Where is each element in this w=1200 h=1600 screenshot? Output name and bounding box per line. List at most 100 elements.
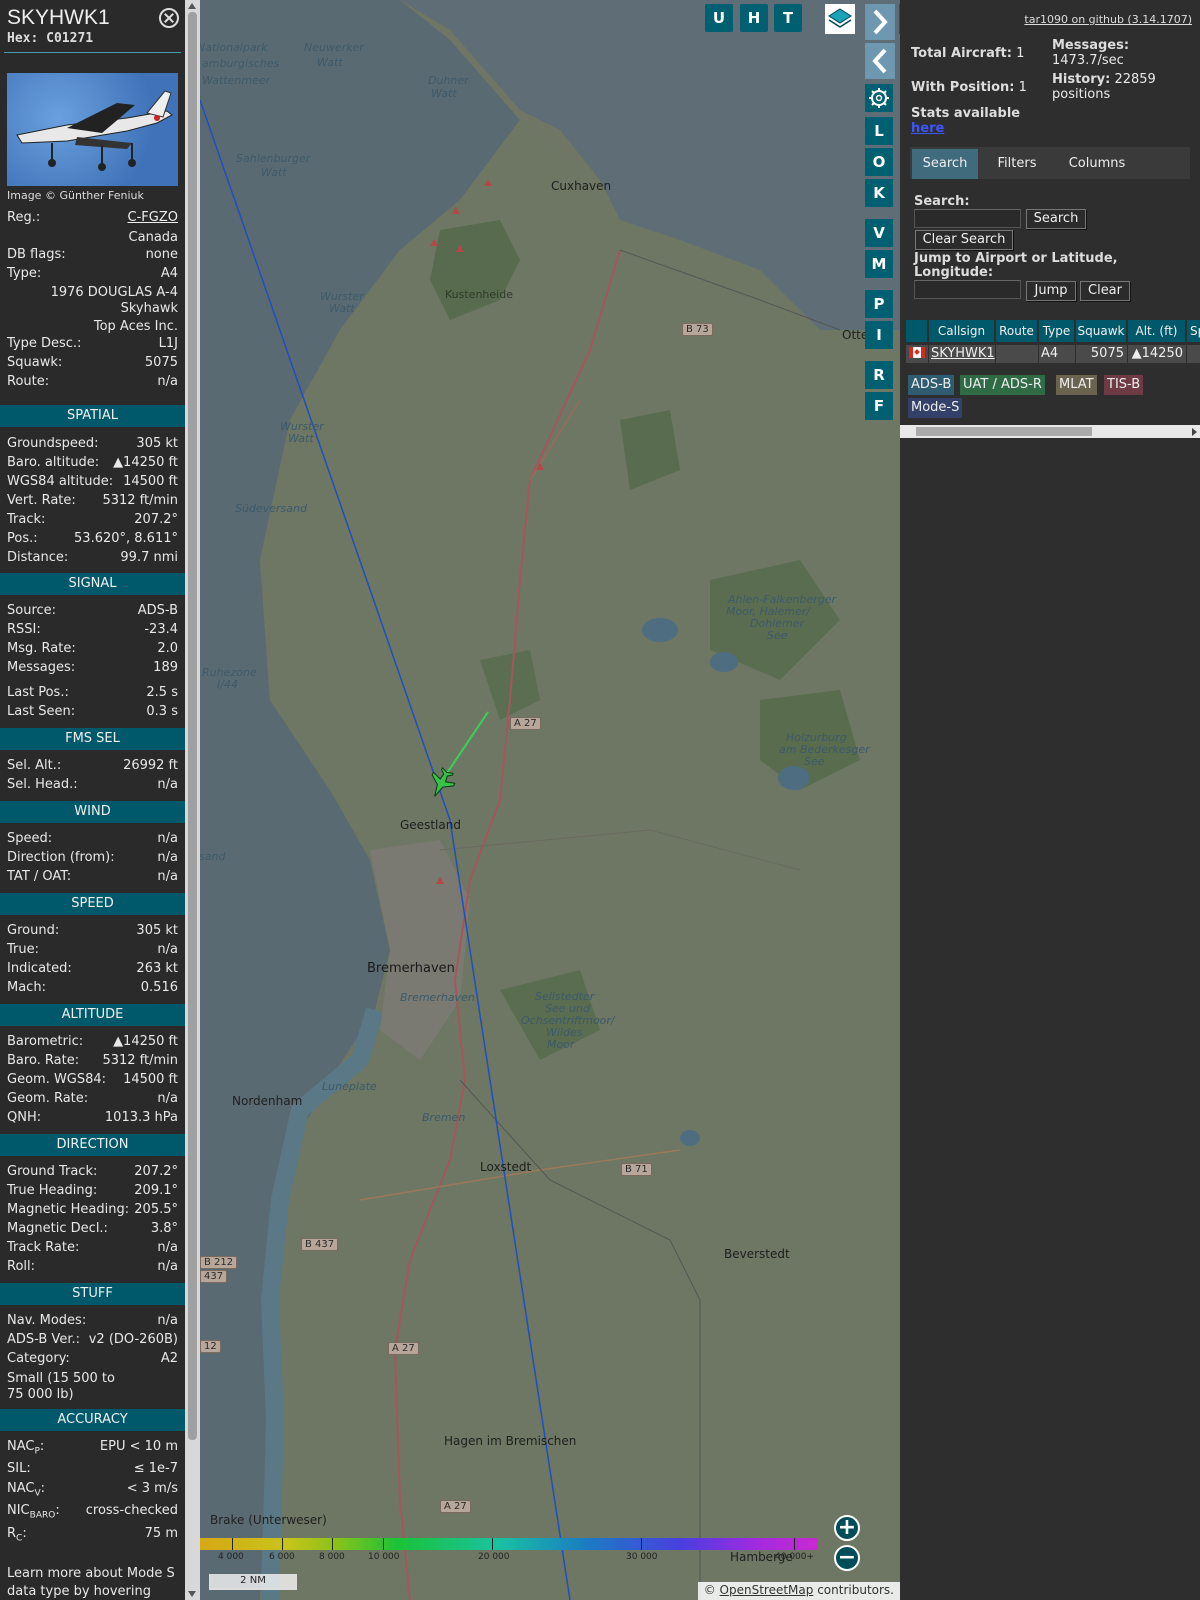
table-row[interactable] [906, 345, 928, 363]
l-button[interactable]: L [865, 117, 893, 145]
i-button[interactable]: I [865, 321, 893, 349]
table-cell-type[interactable]: A4 [1039, 345, 1075, 363]
footer-hint-1: Learn more about Mode S [7, 1566, 175, 1581]
with-position: With Position: 1 [911, 80, 1027, 95]
section-signal: SIGNAL [0, 573, 185, 595]
tab-search[interactable]: Search [912, 149, 978, 179]
detail-scrollbar[interactable] [185, 0, 200, 1600]
map-label: Watt [317, 56, 343, 69]
alt-tick-label: 20 000 [478, 1552, 510, 1562]
rc-row[interactable]: RC: 75 m [7, 1526, 178, 1544]
map-label: See [767, 629, 788, 642]
table-cell-route[interactable] [996, 345, 1038, 363]
expand-right-button[interactable] [865, 4, 895, 40]
jump-button[interactable]: Jump [1026, 281, 1076, 301]
search-input[interactable] [914, 209, 1021, 228]
openstreetmap-link[interactable]: OpenStreetMap [720, 1583, 814, 1597]
sel-head-row: Sel. Head.: n/a [7, 777, 178, 792]
map-attribution: © OpenStreetMap contributors. [697, 1582, 900, 1600]
u-button[interactable]: U [705, 4, 733, 32]
tab-filters[interactable]: Filters [984, 149, 1050, 179]
map-label: Wattenmeer [202, 74, 271, 87]
h-button[interactable]: H [740, 4, 768, 32]
wgs-altitude-row: WGS84 altitude: 14500 ft [7, 474, 178, 489]
nav-modes-row: Nav. Modes: n/a [7, 1313, 178, 1328]
aircraft-photo[interactable] [7, 73, 178, 186]
typedesc-row: Type Desc.: L1J [7, 336, 178, 351]
map-label: I/44 [217, 678, 238, 691]
t-button[interactable]: T [774, 4, 802, 32]
o-button[interactable]: O [865, 148, 893, 176]
p-button[interactable]: P [865, 290, 893, 318]
canada-flag-icon [909, 347, 925, 358]
road-shield: 437 [200, 1270, 228, 1283]
squawk-row: Squawk: 5075 [7, 355, 178, 370]
scroll-down-icon[interactable] [188, 1591, 196, 1597]
tab-columns[interactable]: Columns [1058, 149, 1136, 179]
section-wind: WIND [0, 801, 185, 823]
column-header-flag[interactable] [906, 320, 928, 342]
table-horizontal-scrollbar[interactable] [900, 425, 1200, 438]
close-icon[interactable] [159, 8, 179, 28]
column-header-speed[interactable]: Sp [1187, 320, 1200, 342]
map-scale-bar: 2 NM [209, 1574, 297, 1590]
column-header-squawk[interactable]: Squawk [1076, 320, 1127, 342]
nacv-row[interactable]: NACV: < 3 m/s [7, 1481, 178, 1499]
nacp-row[interactable]: NACP: EPU < 10 m [7, 1439, 178, 1457]
github-link[interactable]: tar1090 on github (3.14.1707) [1024, 13, 1192, 26]
route-row: Route: n/a [7, 374, 178, 389]
detail-callsign: SKYHWK1 [7, 6, 110, 29]
roll-row: Roll: n/a [7, 1259, 178, 1274]
zoom-in-button[interactable]: + [834, 1515, 860, 1541]
section-stuff: STUFF [0, 1283, 185, 1305]
layers-button[interactable] [825, 4, 855, 34]
sidebar-empty-area [900, 438, 1200, 1600]
hscroll-thumb[interactable] [916, 427, 1092, 436]
clear-search-button[interactable]: Clear Search [915, 230, 1013, 250]
dbflags-row: DB flags: none [7, 247, 178, 262]
road-shield: B 437 [301, 1238, 339, 1251]
f-button[interactable]: F [865, 392, 893, 420]
r-button[interactable]: R [865, 361, 893, 389]
nicbaro-row[interactable]: NICBARO: cross-checked [7, 1503, 178, 1521]
map-label: Duhner [428, 74, 469, 87]
settings-button[interactable] [865, 84, 893, 112]
zoom-out-button[interactable]: − [834, 1545, 860, 1571]
reg-link[interactable]: C-FGZO [128, 210, 178, 225]
map-basemap [200, 0, 900, 1600]
jump-label: Jump to Airport or Latitude, Longitude: [914, 251, 1118, 280]
section-altitude: ALTITUDE [0, 1004, 185, 1026]
search-label: Search: [914, 194, 970, 209]
scroll-up-icon[interactable] [188, 3, 196, 9]
adsb-version-row: ADS-B Ver.: v2 (DO-260B) [7, 1332, 178, 1347]
column-header-altitude[interactable]: Alt. (ft) [1128, 320, 1186, 342]
sil-row[interactable]: SIL: ≤ 1e-7 [7, 1461, 178, 1479]
alt-tick-label: 4 000 [218, 1552, 244, 1562]
map-label: Südeversand [235, 502, 307, 515]
badge-uat-adsr: UAT / ADS-R [960, 375, 1045, 395]
msg-rate-row: Msg. Rate: 2.0 [7, 641, 178, 656]
table-cell-speed[interactable] [1187, 345, 1200, 363]
road-shield: B 212 [200, 1256, 238, 1269]
column-header-type[interactable]: Type [1039, 320, 1075, 342]
m-button[interactable]: M [865, 250, 893, 278]
scroll-right-icon[interactable] [1192, 428, 1197, 436]
scroll-thumb[interactable] [188, 12, 197, 1440]
map-view[interactable]: Nationalpark amburgisches Wattenmeer Neu… [200, 0, 900, 1600]
table-cell-altitude[interactable]: ▲14250 [1128, 345, 1186, 363]
collapse-left-button[interactable] [865, 43, 895, 79]
column-header-callsign[interactable]: Callsign [929, 320, 995, 342]
jump-input[interactable] [914, 280, 1021, 299]
clear-button[interactable]: Clear [1080, 281, 1130, 301]
reg-row: Reg.: C-FGZO [7, 210, 178, 225]
table-cell-callsign[interactable]: SKYHWK1 [929, 345, 995, 363]
table-cell-squawk[interactable]: 5075 [1076, 345, 1127, 363]
v-button[interactable]: V [865, 219, 893, 247]
stats-here-link[interactable]: here [911, 121, 944, 136]
search-button[interactable]: Search [1026, 209, 1086, 229]
geom-rate-row: Geom. Rate: n/a [7, 1091, 178, 1106]
k-button[interactable]: K [865, 179, 893, 207]
category-row: Category: A2 [7, 1351, 178, 1366]
plus-icon: + [837, 1515, 857, 1540]
column-header-route[interactable]: Route [996, 320, 1038, 342]
